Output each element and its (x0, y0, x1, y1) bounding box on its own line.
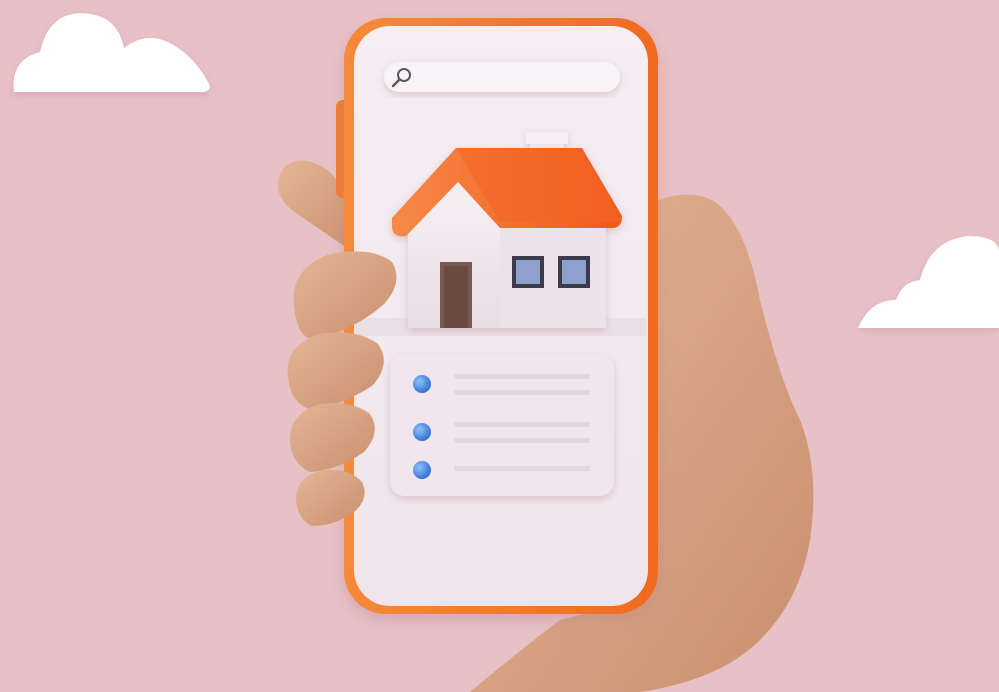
dot-icon (413, 423, 431, 441)
illustration (13, 13, 999, 692)
window-right (558, 256, 590, 288)
dot-icon (413, 375, 431, 393)
cloud-icon-left (13, 13, 210, 92)
cloud-icon-right (858, 236, 999, 328)
dot-icon (413, 461, 431, 479)
search-bar[interactable] (384, 62, 620, 92)
window-left (512, 256, 544, 288)
scene (0, 0, 999, 692)
